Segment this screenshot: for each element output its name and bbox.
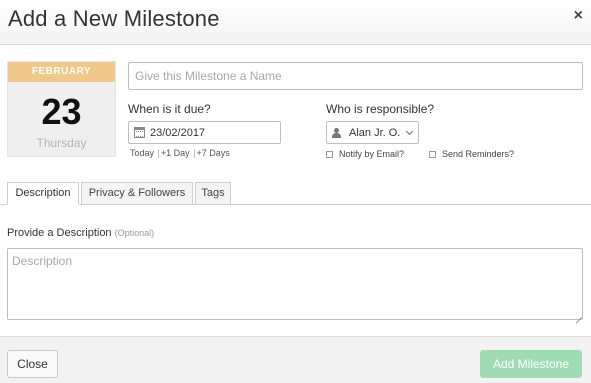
close-icon[interactable]: × (574, 8, 583, 24)
separator: | (157, 148, 160, 158)
responsible-user-select[interactable]: Alan Jr. O. (326, 121, 419, 144)
send-reminders-checkbox[interactable]: Send Reminders? (429, 149, 514, 159)
checkbox-box[interactable] (326, 150, 333, 158)
notify-email-label: Notify by Email? (339, 149, 405, 159)
optional-note: (Optional) (114, 228, 155, 238)
quick-link-plus-1-day[interactable]: +1 Day (161, 148, 190, 158)
description-textarea[interactable] (7, 248, 583, 320)
quick-link-today[interactable]: Today (130, 148, 154, 158)
date-calendar-card: FEBRUARY 23 Thursday (7, 61, 116, 157)
dialog-header: Add a New Milestone × (0, 0, 591, 45)
quick-link-plus-7-days[interactable]: +7 Days (197, 148, 230, 158)
send-reminders-label: Send Reminders? (442, 149, 515, 159)
due-date-field[interactable]: 23/02/2017 (128, 121, 281, 144)
separator: | (193, 148, 196, 158)
due-date-label: When is it due? (128, 102, 211, 116)
resize-grip-icon[interactable] (574, 310, 582, 318)
user-icon (332, 127, 341, 138)
responsible-label: Who is responsible? (326, 102, 435, 116)
selected-user-name: Alan Jr. O. (349, 126, 401, 139)
notify-email-checkbox[interactable]: Notify by Email? (326, 149, 404, 159)
tab-description[interactable]: Description (7, 182, 79, 205)
date-quick-links: Today |+1 Day |+7 Days (130, 148, 230, 158)
add-milestone-button[interactable]: Add Milestone (480, 350, 582, 378)
chevron-down-icon (405, 127, 414, 136)
checkbox-box[interactable] (429, 150, 436, 158)
calendar-icon (134, 127, 145, 138)
calendar-day: 23 (41, 91, 82, 132)
close-button[interactable]: Close (7, 350, 58, 378)
dialog-title: Add a New Milestone (8, 6, 220, 31)
milestone-name-input[interactable] (128, 62, 583, 90)
tab-tags[interactable]: Tags (195, 182, 231, 205)
description-label: Provide a Description (Optional) (7, 227, 154, 239)
tab-bar: Description Privacy & Followers Tags (0, 182, 591, 205)
due-date-value: 23/02/2017 (150, 126, 206, 139)
tab-privacy-followers[interactable]: Privacy & Followers (81, 182, 193, 205)
calendar-month: FEBRUARY (8, 62, 115, 82)
description-label-text: Provide a Description (7, 227, 112, 239)
calendar-weekday: Thursday (36, 136, 87, 150)
